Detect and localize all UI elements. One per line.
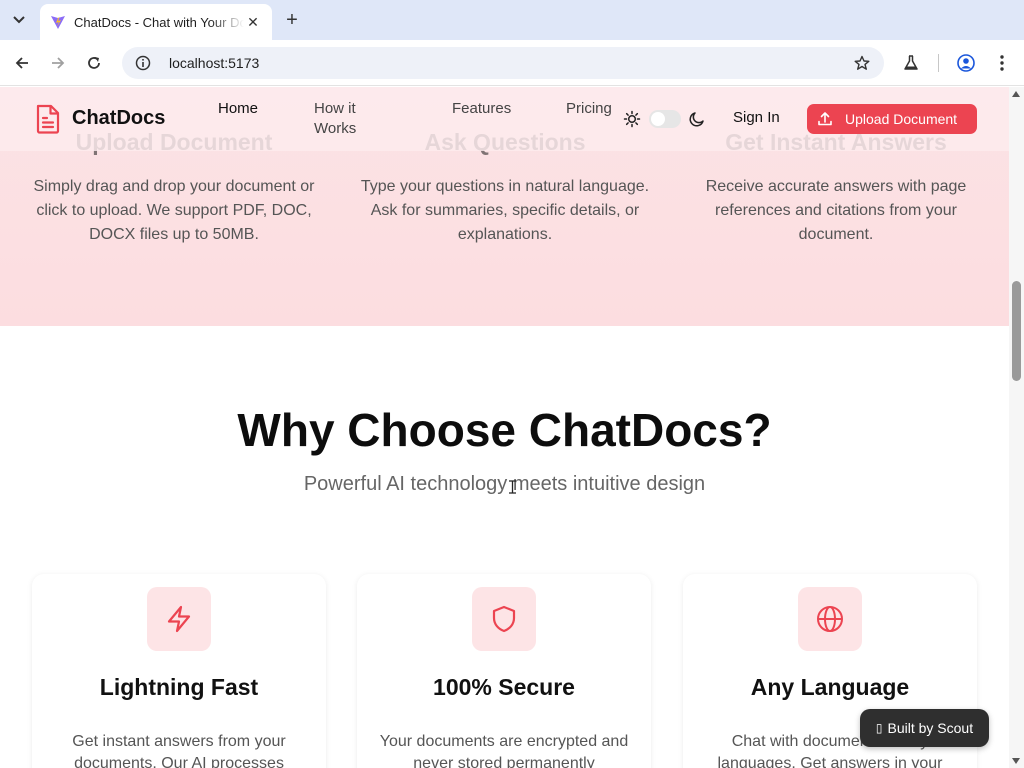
step-desc: Simply drag and drop your document or cl… [33, 178, 315, 243]
scrollbar-thumb[interactable] [1012, 281, 1021, 381]
browser-tab-strip: ChatDocs - Chat with Your Documents ✕ + [0, 0, 1024, 40]
site-info-icon[interactable] [134, 54, 152, 72]
document-logo-icon[interactable] [34, 104, 62, 134]
tab-search-chevron-icon[interactable] [8, 10, 30, 30]
page-viewport: Upload Document Simply drag and drop you… [0, 87, 1009, 768]
browser-tab-active[interactable]: ChatDocs - Chat with Your Documents ✕ [40, 4, 272, 40]
shield-icon [472, 587, 536, 651]
feature-card-lightning-fast: Lightning Fast Get instant answers from … [32, 574, 326, 768]
toggle-knob [651, 112, 665, 126]
page-scrollbar[interactable] [1009, 87, 1024, 768]
reload-icon[interactable] [83, 52, 105, 74]
vite-favicon-icon [51, 16, 65, 29]
theme-toggle-switch[interactable] [649, 110, 681, 128]
moon-icon [689, 112, 704, 127]
scout-icon: ▯ [875, 721, 883, 735]
site-navbar: ChatDocs Home How it Works Features Pric… [0, 87, 1009, 151]
nav-link-home[interactable]: Home [218, 99, 258, 119]
text-cursor-icon [509, 480, 516, 494]
address-bar[interactable]: localhost:5173 [122, 47, 884, 79]
section-title: Why Choose ChatDocs? [237, 404, 772, 456]
browser-toolbar: localhost:5173 [0, 40, 1024, 86]
feature-title: Lightning Fast [99, 674, 259, 700]
upload-button-label: Upload Document [845, 111, 958, 127]
step-desc: Type your questions in natural language.… [360, 178, 650, 243]
back-icon[interactable] [11, 52, 33, 74]
logo-text[interactable]: ChatDocs [72, 107, 165, 130]
upload-document-button[interactable]: Upload Document [807, 104, 977, 134]
feature-title: 100% Secure [433, 674, 575, 700]
bookmark-star-icon[interactable] [852, 53, 872, 73]
feature-desc: Your documents are encrypted and never s… [379, 733, 629, 768]
forward-icon[interactable] [47, 52, 69, 74]
toolbar-divider [938, 54, 939, 72]
feature-card-secure: 100% Secure Your documents are encrypted… [357, 574, 651, 768]
lightning-icon [147, 587, 211, 651]
sign-in-button[interactable]: Sign In [733, 109, 780, 126]
browser-menu-icon[interactable] [991, 52, 1013, 74]
nav-link-pricing[interactable]: Pricing [566, 99, 612, 119]
sun-icon [623, 110, 641, 128]
feature-title: Any Language [750, 674, 910, 700]
url-text: localhost:5173 [169, 55, 260, 71]
globe-icon [798, 587, 862, 651]
built-by-scout-badge[interactable]: ▯ Built by Scout [860, 709, 989, 747]
scroll-up-arrow-icon[interactable] [1012, 91, 1020, 97]
nav-link-how-it-works[interactable]: How it Works [314, 99, 374, 139]
feature-desc: Get instant answers from your documents.… [72, 733, 286, 768]
labs-flask-icon[interactable] [900, 52, 922, 74]
profile-icon[interactable] [955, 52, 977, 74]
badge-label: Built by Scout [887, 720, 974, 736]
section-subtitle: Powerful AI technology meets intuitive d… [303, 473, 706, 495]
upload-icon [818, 112, 832, 126]
tab-title: ChatDocs - Chat with Your Documents [74, 14, 244, 30]
nav-link-features[interactable]: Features [452, 99, 511, 119]
step-desc: Receive accurate answers with page refer… [705, 178, 967, 243]
new-tab-icon[interactable]: + [282, 10, 302, 30]
tab-close-icon[interactable]: ✕ [244, 13, 262, 31]
scroll-down-arrow-icon[interactable] [1012, 758, 1020, 764]
